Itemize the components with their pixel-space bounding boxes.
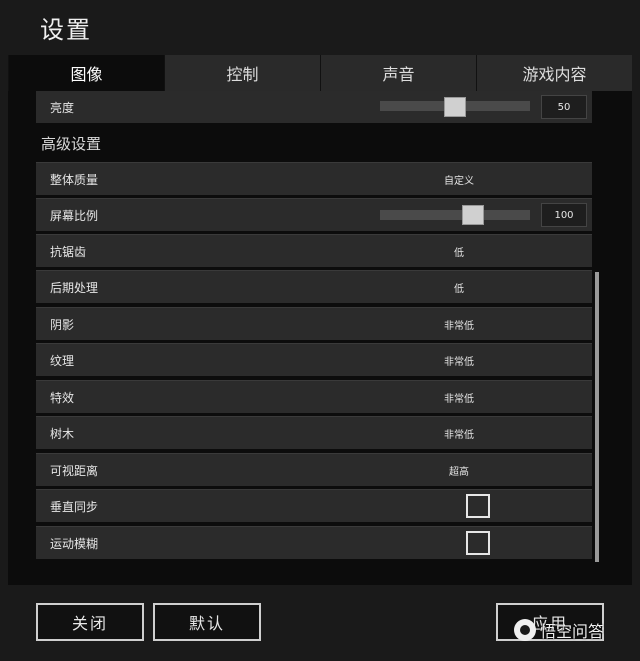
brightness-slider-thumb[interactable] — [444, 97, 466, 117]
settings-list: 亮度 50 高级设置 整体质量 自定义 屏幕比例 100 抗锯齿 低 后期处理 … — [36, 91, 594, 563]
anti-aliasing-row[interactable]: 抗锯齿 低 — [36, 234, 592, 267]
motion-blur-label: 运动模糊 — [50, 536, 99, 551]
foliage-label: 树木 — [50, 426, 75, 441]
shadows-row[interactable]: 阴影 非常低 — [36, 307, 592, 340]
default-button[interactable]: 默认 — [153, 603, 261, 641]
close-button[interactable]: 关闭 — [36, 603, 144, 641]
screen-scale-row: 屏幕比例 100 — [36, 198, 592, 231]
tab-gameplay[interactable]: 游戏内容 — [476, 55, 632, 91]
view-distance-row[interactable]: 可视距离 超高 — [36, 453, 592, 486]
shadows-value[interactable]: 非常低 — [416, 317, 502, 332]
watermark-text: 悟空问答 — [540, 622, 605, 641]
anti-aliasing-value[interactable]: 低 — [416, 244, 502, 259]
post-processing-row[interactable]: 后期处理 低 — [36, 270, 592, 303]
screen-scale-slider-thumb[interactable] — [462, 205, 484, 225]
vsync-row: 垂直同步 — [36, 489, 592, 522]
overall-quality-label: 整体质量 — [50, 172, 99, 187]
screen-scale-slider[interactable] — [380, 210, 530, 220]
post-processing-label: 后期处理 — [50, 280, 99, 295]
vsync-label: 垂直同步 — [50, 499, 99, 514]
section-title-advanced: 高级设置 — [41, 135, 102, 153]
textures-value[interactable]: 非常低 — [416, 353, 502, 368]
watermark-logo-icon — [514, 619, 536, 641]
anti-aliasing-label: 抗锯齿 — [50, 244, 87, 259]
textures-label: 纹理 — [50, 353, 75, 368]
overall-quality-row[interactable]: 整体质量 自定义 — [36, 162, 592, 195]
view-distance-label: 可视距离 — [50, 463, 99, 478]
foliage-row[interactable]: 树木 非常低 — [36, 416, 592, 449]
effects-row[interactable]: 特效 非常低 — [36, 380, 592, 413]
settings-scrollbar[interactable] — [595, 272, 599, 562]
overall-quality-value[interactable]: 自定义 — [416, 172, 502, 187]
tab-controls[interactable]: 控制 — [164, 55, 320, 91]
textures-row[interactable]: 纹理 非常低 — [36, 343, 592, 376]
vsync-checkbox[interactable] — [466, 494, 490, 518]
foliage-value[interactable]: 非常低 — [416, 426, 502, 441]
brightness-label: 亮度 — [50, 100, 75, 115]
view-distance-value[interactable]: 超高 — [416, 463, 502, 478]
tab-graphics[interactable]: 图像 — [8, 55, 164, 91]
effects-value[interactable]: 非常低 — [416, 390, 502, 405]
tab-bar: 图像 控制 声音 游戏内容 — [8, 55, 632, 91]
tab-sound[interactable]: 声音 — [320, 55, 476, 91]
effects-label: 特效 — [50, 390, 75, 405]
post-processing-value[interactable]: 低 — [416, 280, 502, 295]
screen-scale-value[interactable]: 100 — [541, 203, 587, 227]
watermark: 悟空问答 — [514, 618, 604, 642]
brightness-value[interactable]: 50 — [541, 95, 587, 119]
screen-scale-label: 屏幕比例 — [50, 208, 99, 223]
shadows-label: 阴影 — [50, 317, 75, 332]
motion-blur-checkbox[interactable] — [466, 531, 490, 555]
brightness-row: 亮度 50 — [36, 91, 592, 123]
motion-blur-row: 运动模糊 — [36, 526, 592, 559]
window-title: 设置 — [40, 16, 92, 44]
